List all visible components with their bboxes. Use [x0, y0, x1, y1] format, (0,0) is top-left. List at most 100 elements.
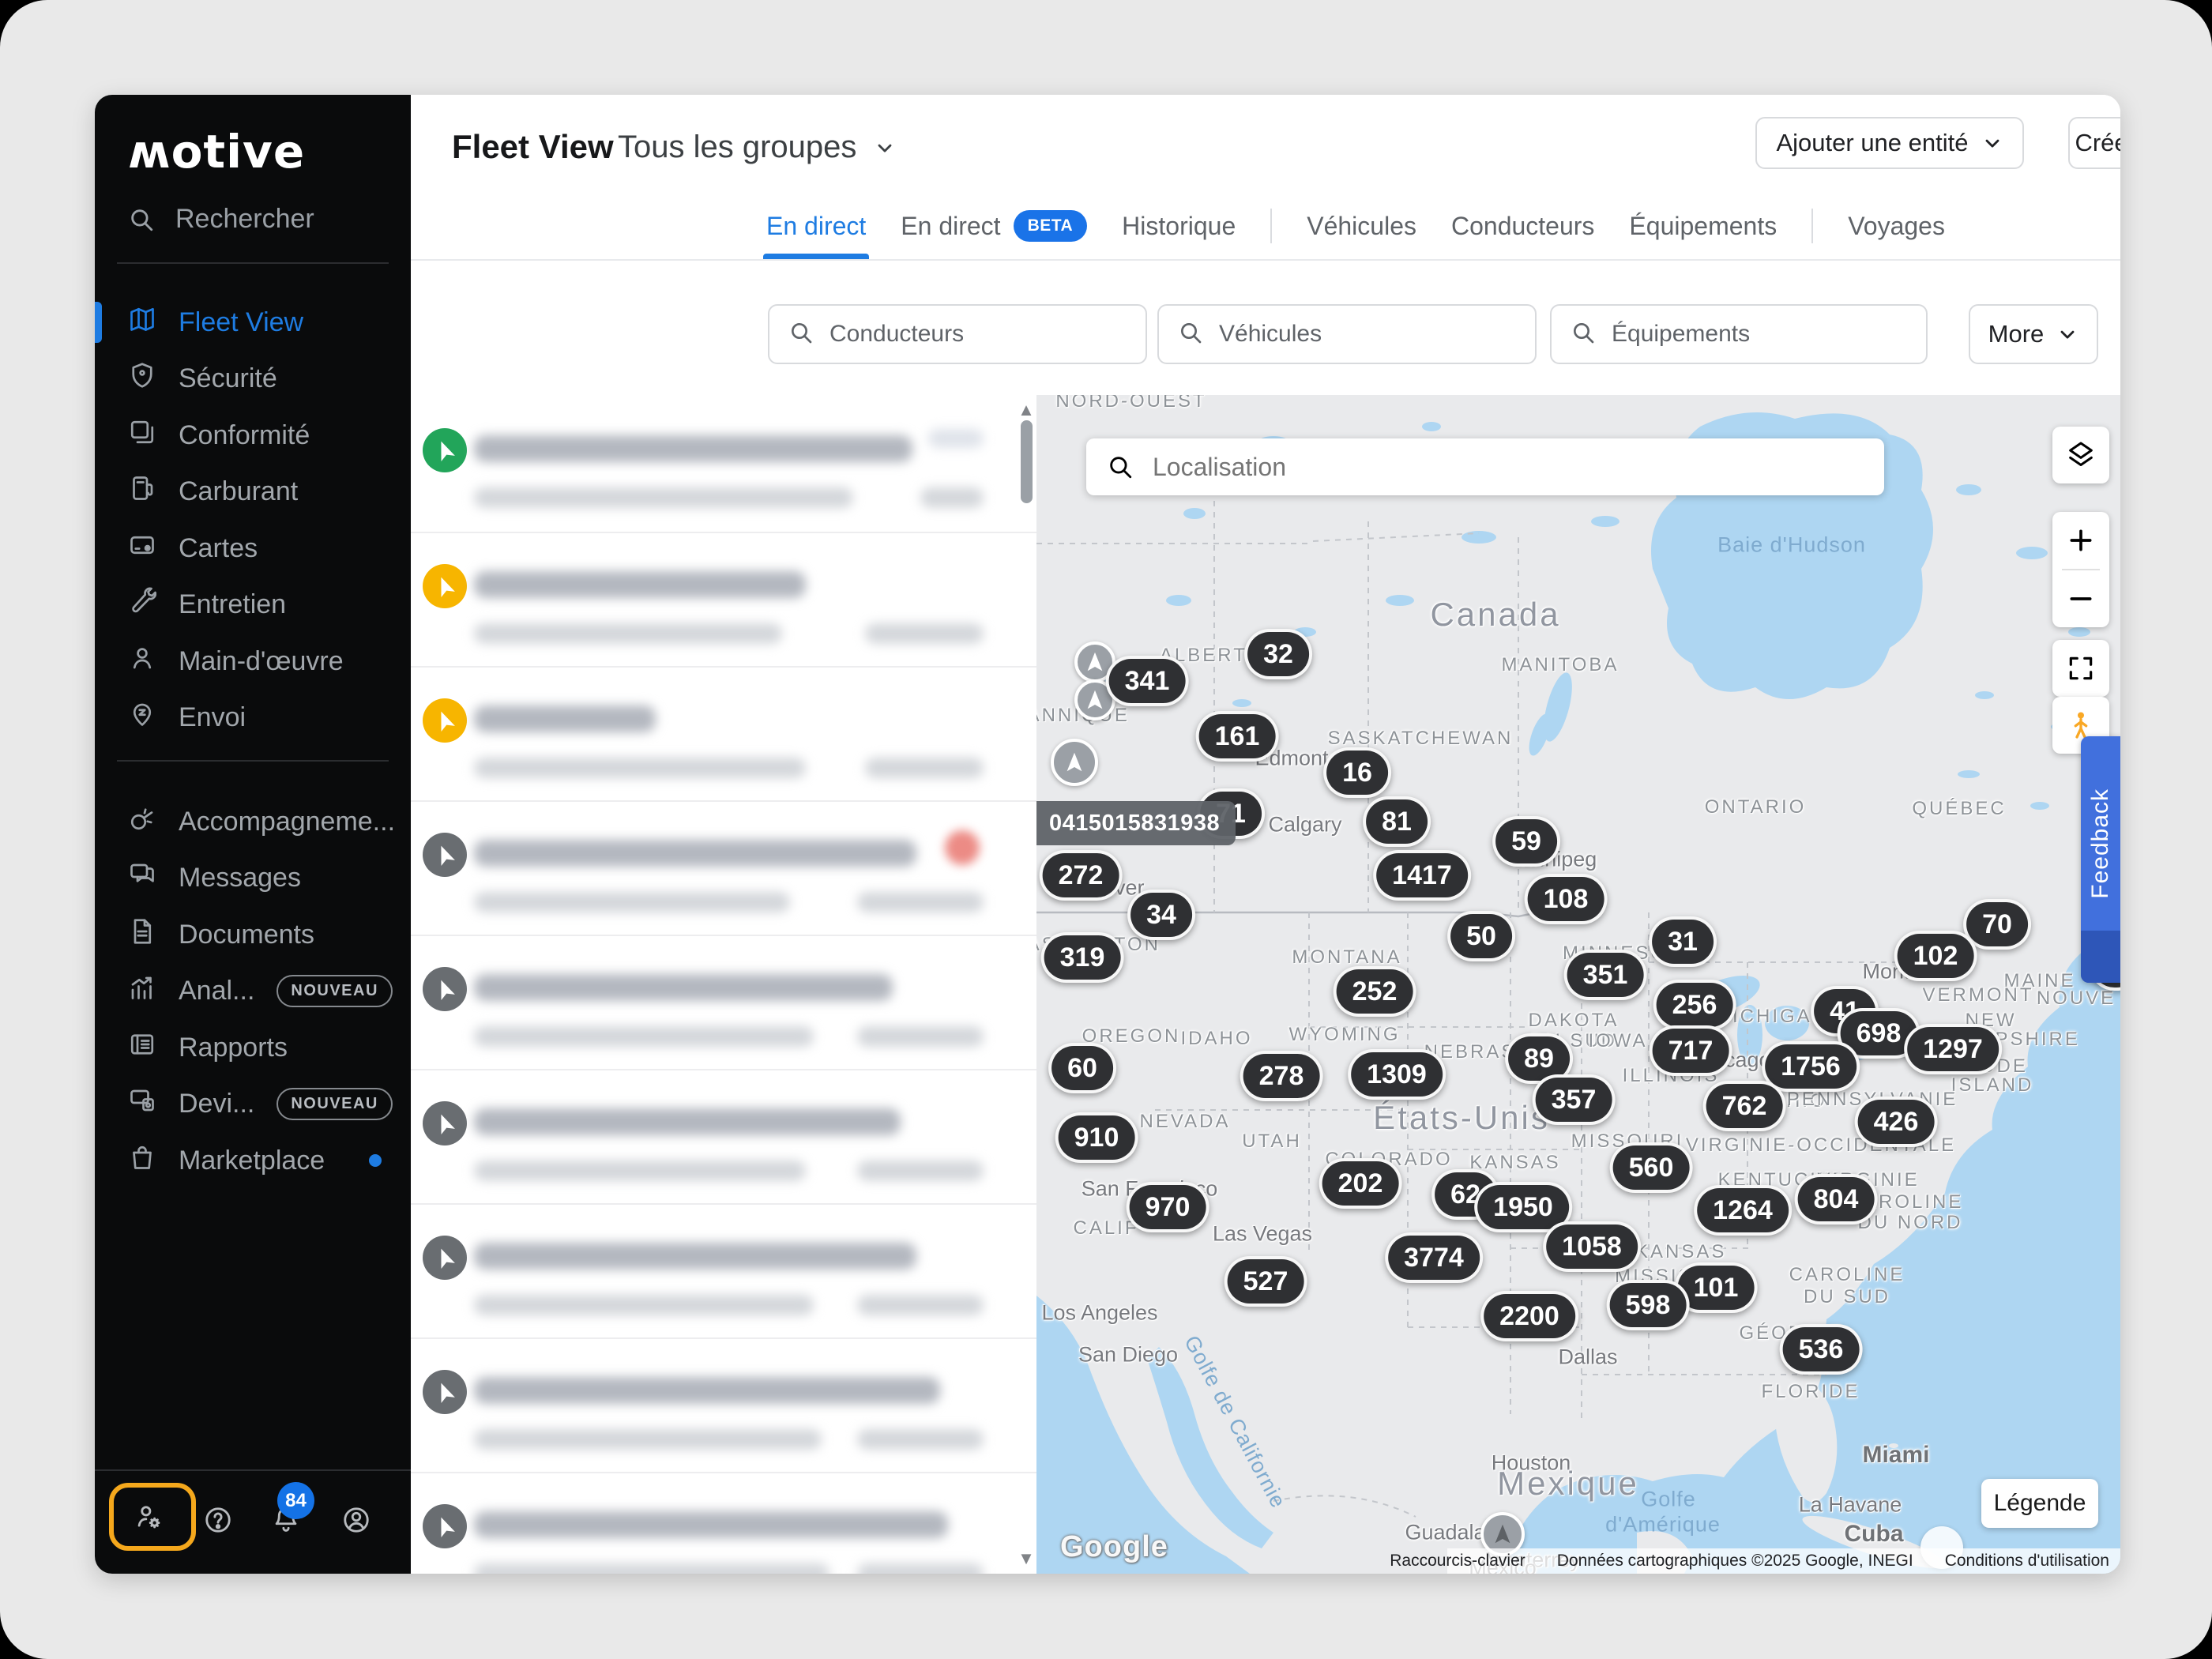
sidebar-item-anal[interactable]: Anal...NOUVEAU — [95, 963, 411, 1020]
map-cluster-pill[interactable]: 1297 — [1904, 1024, 2002, 1074]
vehicle-list-row[interactable] — [411, 1203, 1036, 1337]
sidebar-item-rapports[interactable]: Rapports — [95, 1019, 411, 1076]
filter-search-conducteurs[interactable] — [768, 304, 1147, 364]
map-cluster-pill[interactable]: 1756 — [1762, 1041, 1860, 1092]
tab-historique[interactable]: Historique — [1122, 196, 1236, 256]
tab-conducteurs[interactable]: Conducteurs — [1451, 196, 1594, 256]
sidebar-item-main-d-uvre[interactable]: Main-d'œuvre — [95, 633, 411, 690]
scrollbar-thumb[interactable] — [1021, 420, 1033, 503]
sidebar-item-devi[interactable]: Devi...NOUVEAU — [95, 1076, 411, 1133]
group-selector[interactable]: Tous les groupes — [618, 130, 896, 165]
zoom-in-button[interactable] — [2052, 512, 2109, 569]
map-search-box[interactable] — [1086, 438, 1884, 495]
map-cluster-pill[interactable]: 351 — [1564, 950, 1647, 1000]
scroll-down-arrow[interactable]: ▼ — [1018, 1548, 1035, 1569]
map-cluster-pill[interactable]: 16 — [1323, 747, 1391, 798]
map-cluster-pill[interactable]: 108 — [1525, 874, 1608, 924]
vehicle-list-row[interactable] — [411, 1472, 1036, 1574]
vehicle-list-row[interactable] — [411, 1069, 1036, 1203]
sidebar-item-documents[interactable]: Documents — [95, 906, 411, 963]
sidebar-item-entretien[interactable]: Entretien — [95, 577, 411, 634]
user-settings-icon[interactable] — [123, 1492, 174, 1542]
sidebar-item-cartes[interactable]: Cartes — [95, 520, 411, 577]
filter-search--quipements[interactable] — [1550, 304, 1928, 364]
vehicle-list-row[interactable] — [411, 532, 1036, 666]
create-geofence-button[interactable]: Créer un géorepérage — [2068, 117, 2120, 169]
map-cluster-pill[interactable]: 272 — [1040, 850, 1123, 901]
map-cluster-pill[interactable]: 1309 — [1348, 1049, 1446, 1100]
profile-icon[interactable] — [331, 1495, 382, 1545]
legend-button[interactable]: Légende — [1981, 1479, 2098, 1528]
vehicle-map-marker[interactable] — [1051, 739, 1098, 786]
map-cluster-pill[interactable]: 1058 — [1543, 1221, 1641, 1272]
map-cluster-pill[interactable]: 910 — [1055, 1112, 1138, 1163]
add-entity-button[interactable]: Ajouter une entité — [1755, 117, 2024, 169]
map-cluster-pill[interactable]: 81 — [1363, 796, 1431, 847]
map-layers-button[interactable] — [2052, 427, 2109, 483]
scroll-up-arrow[interactable]: ▲ — [1018, 400, 1035, 420]
location-search-input[interactable] — [1153, 453, 1864, 482]
fullscreen-button[interactable] — [2052, 640, 2109, 697]
sidebar-item-accompagneme[interactable]: Accompagneme... — [95, 793, 411, 850]
zoom-out-button[interactable] — [2052, 570, 2109, 627]
map-cluster-pill[interactable]: 762 — [1703, 1081, 1786, 1131]
map-cluster-pill[interactable]: 357 — [1533, 1074, 1616, 1125]
sidebar-item-s-curit[interactable]: Sécurité — [95, 351, 411, 408]
map-cluster-pill[interactable]: 34 — [1127, 890, 1195, 940]
map-panel[interactable]: NORD-OUESTBaie d'HudsonCanadaALBERTAMANI… — [1036, 395, 2120, 1574]
map-cluster-pill[interactable]: 1264 — [1694, 1185, 1792, 1236]
map-cluster-pill[interactable]: 1417 — [1373, 850, 1471, 901]
map-cluster-pill[interactable]: 970 — [1127, 1182, 1209, 1232]
filter-search-v-hicules[interactable] — [1157, 304, 1537, 364]
help-icon[interactable] — [193, 1495, 243, 1545]
map-cluster-pill[interactable]: 102 — [1894, 931, 1977, 981]
map-cluster-pill[interactable]: 560 — [1610, 1142, 1693, 1193]
sidebar-item-conformit[interactable]: Conformité — [95, 407, 411, 464]
map-cluster-pill[interactable]: 278 — [1240, 1051, 1323, 1101]
sidebar-item-carburant[interactable]: Carburant — [95, 464, 411, 521]
terms-link[interactable]: Conditions d'utilisation — [1945, 1552, 2109, 1571]
filter-search-input[interactable] — [1219, 321, 1516, 348]
map-cluster-pill[interactable]: 717 — [1650, 1025, 1732, 1076]
vehicle-list-row[interactable] — [411, 1337, 1036, 1472]
sidebar-item-envoi[interactable]: Envoi — [95, 690, 411, 747]
sidebar-item-messages[interactable]: Messages — [95, 850, 411, 907]
map-cluster-pill[interactable]: 319 — [1041, 932, 1124, 983]
sidebar-item-marketplace[interactable]: Marketplace — [95, 1132, 411, 1189]
filter-search-input[interactable] — [830, 321, 1127, 348]
vehicle-list-row[interactable] — [411, 935, 1036, 1069]
map-cluster-pill[interactable]: 341 — [1106, 656, 1189, 706]
tab-en-direct[interactable]: En direct — [766, 196, 866, 256]
tab--quipements[interactable]: Équipements — [1629, 196, 1777, 256]
filter-search-input[interactable] — [1612, 321, 1907, 348]
map-cluster-pill[interactable]: 252 — [1334, 966, 1416, 1017]
tab-en-direct-beta[interactable]: En directBETA — [901, 196, 1087, 256]
vehicle-list-row[interactable] — [411, 666, 1036, 800]
tab-voyages[interactable]: Voyages — [1848, 196, 1945, 256]
map-cluster-pill[interactable]: 60 — [1048, 1043, 1116, 1093]
map-cluster-pill[interactable]: 598 — [1607, 1280, 1690, 1330]
map-cluster-pill[interactable]: 426 — [1855, 1097, 1938, 1147]
sidebar-search[interactable]: Rechercher — [128, 204, 314, 235]
tab-v-hicules[interactable]: Véhicules — [1307, 196, 1416, 256]
sidebar-item-fleet-view[interactable]: Fleet View — [95, 294, 411, 351]
vehicle-list-row[interactable] — [411, 800, 1036, 935]
map-cluster-pill[interactable]: 527 — [1224, 1256, 1307, 1307]
map-cluster-pill[interactable]: 32 — [1244, 629, 1312, 679]
map-cluster-pill[interactable]: 536 — [1780, 1324, 1863, 1375]
map-cluster-pill[interactable]: 161 — [1196, 711, 1279, 762]
map-cluster-pill[interactable]: 59 — [1492, 816, 1560, 867]
map-cluster-pill[interactable]: 256 — [1653, 980, 1736, 1030]
scrollbar[interactable]: ▲ ▼ — [1018, 395, 1035, 1574]
more-filters-button[interactable]: More — [1969, 304, 2098, 364]
vehicle-list-row[interactable] — [411, 397, 1036, 532]
feedback-tab[interactable]: Feedback — [2081, 736, 2120, 983]
map-cluster-pill[interactable]: 2200 — [1480, 1291, 1578, 1341]
map-cluster-pill[interactable]: 50 — [1447, 911, 1515, 961]
keyboard-shortcuts-link[interactable]: Raccourcis-clavier — [1390, 1552, 1525, 1571]
wrench-icon — [128, 587, 156, 623]
map-cluster-pill[interactable]: 804 — [1795, 1174, 1878, 1224]
map-cluster-pill[interactable]: 3774 — [1385, 1232, 1483, 1283]
map-cluster-pill[interactable]: 202 — [1319, 1158, 1402, 1209]
map-cluster-pill[interactable]: 31 — [1649, 916, 1717, 967]
